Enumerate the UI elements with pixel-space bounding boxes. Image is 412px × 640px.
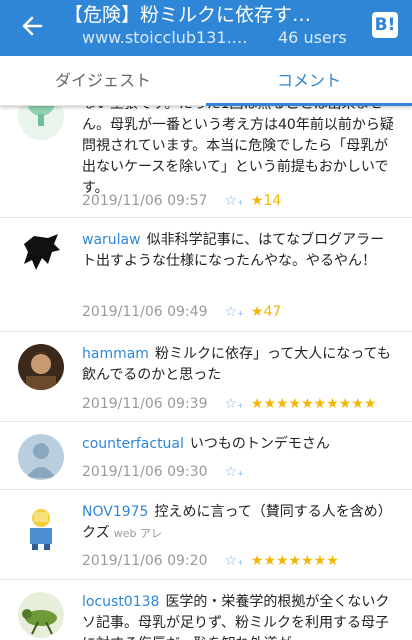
black-wolf-avatar-icon[interactable] (18, 230, 64, 276)
add-star-icon[interactable]: ☆+ (224, 394, 246, 416)
star-count[interactable]: ★47 (251, 304, 281, 320)
add-star-icon[interactable]: ☆+ (224, 302, 246, 324)
back-arrow-icon (22, 16, 43, 36)
green-character-avatar-icon[interactable] (18, 106, 64, 140)
comment-meta: 2019/11/06 09:39 ☆+ ★★★★★★★★★★ (82, 394, 402, 414)
tab-bar: ダイジェスト コメント (0, 56, 412, 106)
comment-text: ない主張です。たった1回は無ることは出来ません。母乳が一番という考え方は40年前… (82, 106, 394, 196)
comment-username[interactable]: counterfactual (82, 436, 184, 452)
comment-username[interactable]: warulaw (82, 232, 141, 248)
star-count[interactable]: ★14 (251, 193, 281, 209)
list-item: ない主張です。たった1回は無ることは出来ません。母乳が一番という考え方は40年前… (0, 106, 412, 218)
back-button[interactable] (14, 8, 50, 44)
comment-meta: 2019/11/06 09:49 ☆+ ★47 (82, 302, 402, 322)
hatena-bookmark-logo-icon[interactable]: B! (372, 12, 398, 38)
comment-meta: 2019/11/06 09:57 ☆+ ★14 (82, 191, 402, 211)
comment-username[interactable]: hammam (82, 346, 149, 362)
add-star-icon[interactable]: ☆+ (224, 551, 246, 573)
comment-time: 2019/11/06 09:49 (82, 304, 208, 320)
default-user-avatar-icon[interactable] (18, 434, 64, 480)
list-item: counterfactual いつものトンデモさん 2019/11/06 09:3… (0, 422, 412, 490)
star-count[interactable]: ★★★★★★★★★★ (251, 396, 377, 412)
active-tab-indicator (206, 103, 412, 106)
list-item: warulaw 似非科学記事に、はてなブログアラート出すような仕様になったんやな。… (0, 218, 412, 332)
entry-subline: www.stoicclub131.… 46 users (82, 28, 362, 48)
tab-comment[interactable]: コメント (206, 56, 412, 106)
pixel-character-avatar-icon[interactable] (18, 504, 64, 550)
comment-body: warulaw 似非科学記事に、はてなブログアラート出すような仕様になったんやな。… (82, 230, 397, 272)
comment-time: 2019/11/06 09:20 (82, 553, 208, 569)
comment-body: hammam 粉ミルクに依存」って大人になっても飲んでるのかと思った (82, 344, 397, 386)
add-star-icon[interactable]: ☆+ (224, 462, 246, 484)
comment-time: 2019/11/06 09:39 (82, 396, 208, 412)
comment-username[interactable]: locust0138 (82, 594, 159, 610)
comment-meta: 2019/11/06 09:30 ☆+ (82, 462, 402, 482)
entry-url[interactable]: www.stoicclub131.… (82, 28, 258, 48)
comment-text: いつものトンデモさん (189, 436, 330, 452)
list-item: NOV1975 控えめに言って（賛同する人を含め）クズ web アレ 2019/11… (0, 490, 412, 580)
add-star-icon[interactable]: ☆+ (224, 191, 246, 213)
app-header: 【危険】粉ミルクに依存す… www.stoicclub131.… 46 user… (0, 0, 412, 56)
comment-meta: 2019/11/06 09:20 ☆+ ★★★★★★★ (82, 551, 402, 571)
tab-digest[interactable]: ダイジェスト (0, 56, 206, 106)
comment-body: NOV1975 控えめに言って（賛同する人を含め）クズ web アレ (82, 502, 397, 544)
comment-time: 2019/11/06 09:57 (82, 193, 208, 209)
comment-time: 2019/11/06 09:30 (82, 464, 208, 480)
list-item: hammam 粉ミルクに依存」って大人になっても飲んでるのかと思った 2019/1… (0, 332, 412, 422)
comment-username[interactable]: NOV1975 (82, 504, 148, 520)
locust-avatar-icon[interactable] (18, 592, 64, 638)
comment-body: locust0138 医学的・栄養学的根拠が全くないクソ記事。母乳が足りず、粉ミル… (82, 592, 397, 640)
star-count[interactable]: ★★★★★★★ (251, 553, 339, 569)
list-item: locust0138 医学的・栄養学的根拠が全くないクソ記事。母乳が足りず、粉ミル… (0, 580, 412, 640)
painting-portrait-avatar-icon[interactable] (18, 344, 64, 390)
comment-body: counterfactual いつものトンデモさん (82, 434, 397, 455)
comment-tags[interactable]: web アレ (114, 527, 162, 540)
comment-list[interactable]: ない主張です。たった1回は無ることは出来ません。母乳が一番という考え方は40年前… (0, 106, 412, 640)
page-title: 【危険】粉ミルクに依存す… (64, 4, 312, 26)
bookmark-users-count[interactable]: 46 users (278, 28, 347, 48)
